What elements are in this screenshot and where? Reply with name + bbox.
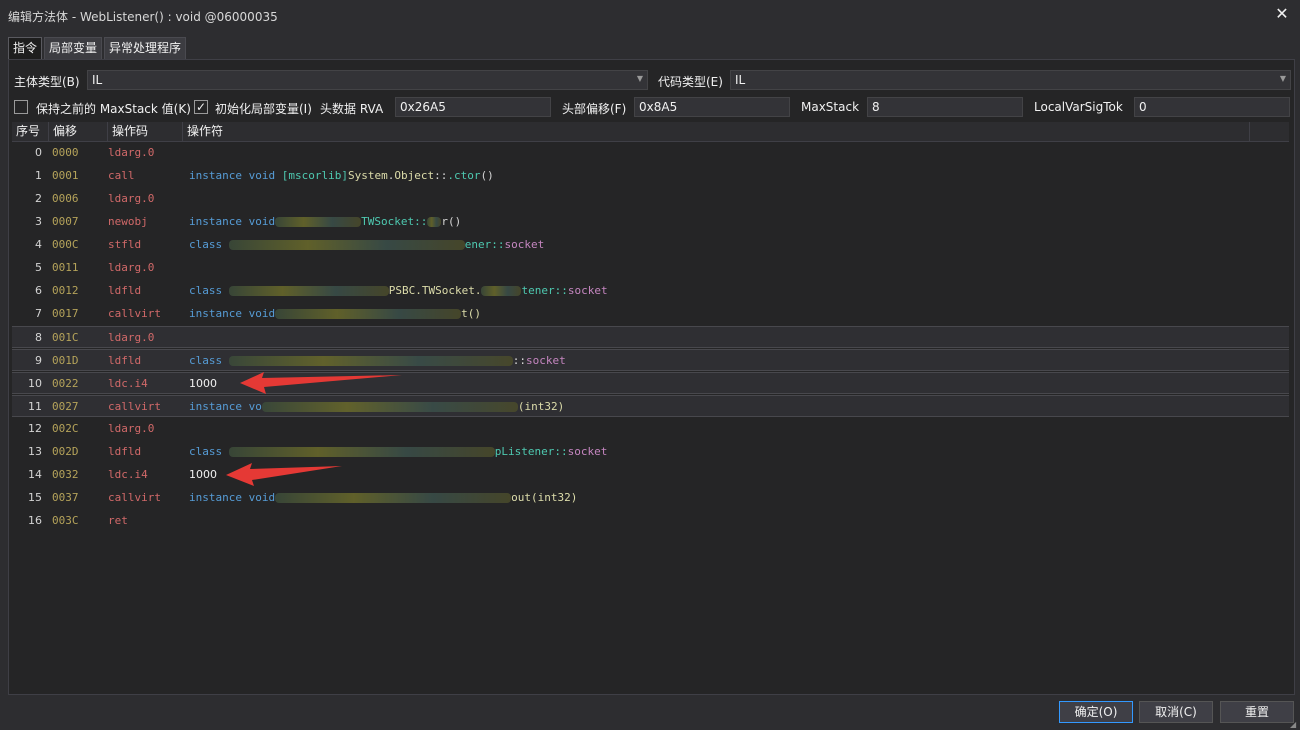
cancel-button[interactable]: 取消(C) xyxy=(1139,701,1213,723)
maxstack-field[interactable]: 8 xyxy=(867,97,1023,117)
header-rva-label: 头数据 RVA xyxy=(320,102,384,116)
close-icon[interactable]: ✕ xyxy=(1272,4,1292,24)
maxstack-label: MaxStack xyxy=(801,100,860,114)
init-locals-checkbox[interactable]: ✓ xyxy=(194,100,208,114)
body-type-label: 主体类型(B) xyxy=(14,75,80,89)
resize-grip-icon[interactable]: ◢ xyxy=(1290,720,1298,729)
instruction-grid[interactable]: 序号 偏移 操作码 操作符 0 0000 ldarg.0 1 0001 call… xyxy=(12,122,1289,692)
reset-button[interactable]: 重置 xyxy=(1220,701,1294,723)
arrow-annotation-2 xyxy=(226,463,342,486)
chevron-down-icon: ▼ xyxy=(636,74,643,83)
keep-maxstack-checkbox[interactable] xyxy=(14,100,28,114)
tab-strip: 指令 局部变量 异常处理程序 xyxy=(8,37,187,59)
keep-maxstack-label: 保持之前的 MaxStack 值(K) xyxy=(36,102,191,116)
code-type-label: 代码类型(E) xyxy=(658,75,723,89)
tab-instructions[interactable]: 指令 xyxy=(8,37,43,59)
localvarsig-label: LocalVarSigTok xyxy=(1034,100,1123,114)
localvarsig-field[interactable]: 0 xyxy=(1134,97,1290,117)
title-bar: 编辑方法体 - WebListener() : void @06000035 ✕ xyxy=(0,0,1300,30)
init-locals-label: 初始化局部变量(I) xyxy=(215,102,312,116)
header-offset-label: 头部偏移(F) xyxy=(562,102,627,116)
tab-exception-handlers[interactable]: 异常处理程序 xyxy=(104,37,187,59)
body-type-value: IL xyxy=(92,73,103,87)
arrow-annotation-1 xyxy=(240,372,402,394)
chevron-down-icon: ▼ xyxy=(1279,74,1286,83)
checkmark-icon: ✓ xyxy=(195,100,207,114)
window-title: 编辑方法体 - WebListener() : void @06000035 xyxy=(8,10,278,24)
ok-button[interactable]: 确定(O) xyxy=(1059,701,1133,723)
body-type-select[interactable]: IL ▼ xyxy=(87,70,648,90)
tab-locals[interactable]: 局部变量 xyxy=(44,37,103,59)
code-type-select[interactable]: IL ▼ xyxy=(730,70,1291,90)
annotation-arrows xyxy=(226,372,402,486)
code-type-value: IL xyxy=(735,73,746,87)
header-offset-field[interactable]: 0x8A5 xyxy=(634,97,790,117)
header-rva-field[interactable]: 0x26A5 xyxy=(395,97,551,117)
